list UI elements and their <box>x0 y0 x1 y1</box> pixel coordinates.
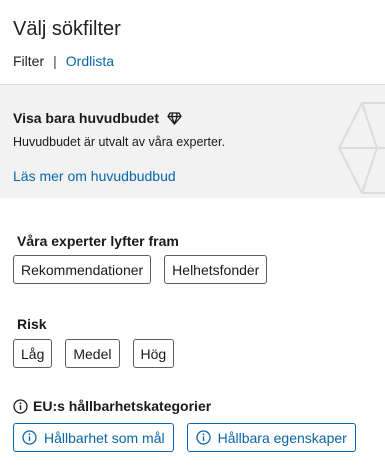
page-title: Välj sökfilter <box>13 18 121 40</box>
all-in-one-funds-chip[interactable]: Helhetsfonder <box>164 255 268 284</box>
read-more-link[interactable]: Läs mer om huvudbudbud <box>13 168 176 184</box>
background-diamond-icon <box>337 102 385 194</box>
recommendations-chip[interactable]: Rekommendationer <box>13 255 152 284</box>
risk-low-chip[interactable]: Låg <box>13 339 53 368</box>
risk-medium-chip[interactable]: Medel <box>65 339 120 368</box>
sustainability-goal-chip[interactable]: Hållbarhet som mål <box>13 423 174 452</box>
sustainable-features-label: Hållbara egenskaper <box>217 429 347 446</box>
sustainability-goal-label: Hållbarhet som mål <box>44 429 165 446</box>
risk-section-title: Risk <box>17 316 47 332</box>
filter-tab[interactable]: Filter <box>13 52 44 70</box>
glossary-link[interactable]: Ordlista <box>66 52 114 70</box>
main-offer-panel: Visa bara huvudbudet Huvudbudet är utval… <box>0 84 385 198</box>
eu-section-label: EU:s hållbarhetskategorier <box>33 398 212 414</box>
info-icon[interactable] <box>13 398 28 414</box>
experts-section-title: Våra experter lyfter fram <box>17 233 179 249</box>
eu-chip-group: Hållbarhet som mål Hållbara egenskaper <box>13 423 356 452</box>
risk-chip-group: Låg Medel Hög <box>13 339 175 368</box>
sustainable-features-chip[interactable]: Hållbara egenskaper <box>186 423 356 452</box>
main-offer-title: Visa bara huvudbudet <box>13 110 159 126</box>
main-offer-description: Huvudbudet är utvalt av våra experter. <box>13 135 225 149</box>
nav-separator: | <box>53 53 57 69</box>
page-header: Välj sökfilter Filter | Ordlista <box>13 16 385 70</box>
eu-section-title: EU:s hållbarhetskategorier <box>13 398 211 414</box>
experts-chip-group: Rekommendationer Helhetsfonder <box>13 255 268 284</box>
sub-navigation: Filter | Ordlista <box>13 52 385 70</box>
info-icon <box>195 430 211 445</box>
diamond-icon <box>167 111 182 125</box>
info-icon <box>22 430 37 445</box>
risk-high-chip[interactable]: Hög <box>132 339 175 368</box>
main-offer-toggle[interactable]: Visa bara huvudbudet <box>13 110 182 126</box>
